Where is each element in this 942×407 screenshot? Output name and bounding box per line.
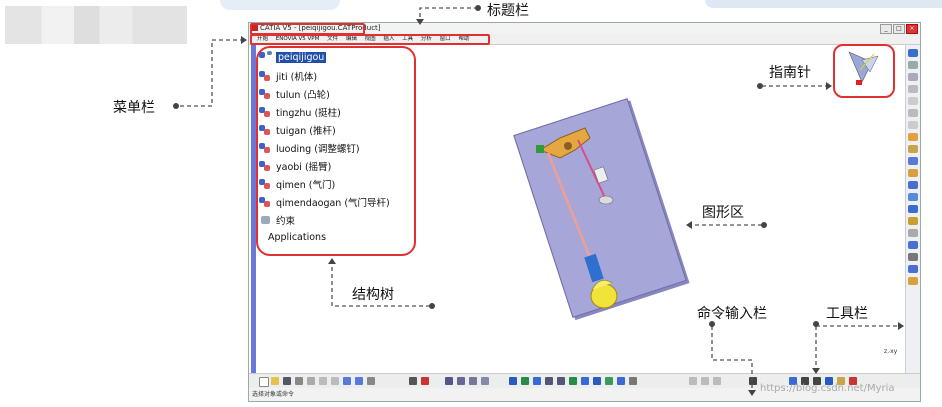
compass-label: 指南针 [769,65,811,81]
spec-tree-label: 结构树 [352,287,394,303]
toolbar-label: 工具栏 [826,306,868,322]
graphics-area-label: 图形区 [702,205,744,221]
watermark: https://blog.csdn.net/Myria [760,383,895,394]
menu-bar-label: 菜单栏 [113,100,155,116]
command-input-label: 命令输入栏 [697,306,767,322]
title-bar-label: 标题栏 [487,3,529,19]
